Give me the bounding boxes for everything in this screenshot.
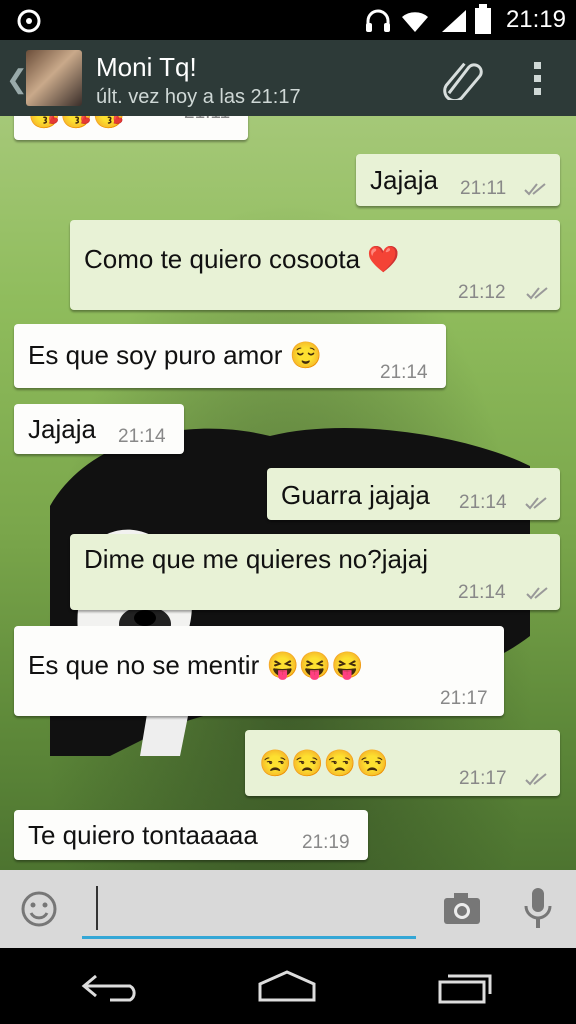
emoji-icon[interactable] (20, 890, 58, 928)
last-seen: últ. vez hoy a las 21:17 (96, 86, 301, 108)
message-text: Guarra jajaja (281, 480, 430, 510)
message-text: Jajaja (28, 414, 96, 444)
back-chevron-icon[interactable]: ❮ (6, 64, 28, 95)
message-text: Es que no se mentir 😝😝😝 (28, 650, 364, 680)
microphone-icon[interactable] (522, 886, 554, 930)
message-text: Es que soy puro amor 😌 (28, 340, 322, 370)
message-text: 😒😒😒😒 (259, 748, 389, 778)
double-check-icon (526, 287, 548, 300)
message-bubble-outgoing[interactable]: Guarra jajaja 21:14 (267, 468, 560, 520)
system-nav-bar (0, 948, 576, 1024)
message-time: 21:17 (459, 768, 507, 789)
message-text: 😘😘😘 (28, 116, 125, 131)
text-cursor (96, 886, 98, 930)
message-bubble-outgoing[interactable]: Jajaja 21:11 (356, 154, 560, 206)
double-check-icon (525, 497, 547, 510)
message-bubble-outgoing[interactable]: Dime que me quieres no?jajaj 21:14 (70, 534, 560, 610)
message-time: 21:11 (460, 178, 507, 199)
music-notification-icon (17, 9, 41, 33)
message-bubble-incoming[interactable]: Jajaja 21:14 (14, 404, 184, 454)
battery-icon (475, 4, 491, 34)
compose-bar (0, 870, 576, 948)
message-input[interactable] (82, 882, 416, 936)
signal-icon (442, 10, 466, 32)
message-time: 21:12 (458, 282, 506, 303)
message-bubble-incoming[interactable]: Te quiero tontaaaaa 21:19 (14, 810, 368, 860)
chat-header[interactable]: ❮ Moni Tq! últ. vez hoy a las 21:17 (0, 40, 576, 116)
status-bar: 21:19 (0, 0, 576, 40)
avatar[interactable] (26, 50, 82, 106)
back-icon[interactable] (80, 970, 142, 1004)
home-icon[interactable] (256, 968, 318, 1004)
chat-area[interactable]: 😘😘😘 21:11 Jajaja 21:11 Como te quiero co… (0, 116, 576, 870)
camera-icon[interactable] (442, 890, 482, 926)
message-time: 21:11 (184, 116, 230, 124)
double-check-icon (526, 587, 548, 600)
recent-apps-icon[interactable] (436, 968, 496, 1006)
message-text: Dime que me quieres no?jajaj (84, 544, 428, 574)
headphones-icon (366, 9, 390, 32)
message-bubble-incoming[interactable]: 😘😘😘 21:11 (14, 116, 248, 140)
double-check-icon (524, 183, 546, 196)
message-time: 21:17 (440, 688, 488, 709)
input-underline (82, 936, 416, 939)
overflow-menu-icon[interactable] (533, 62, 543, 96)
status-time: 21:19 (505, 6, 566, 33)
message-bubble-incoming[interactable]: Es que soy puro amor 😌 21:14 (14, 324, 446, 388)
message-time: 21:14 (118, 426, 166, 447)
double-check-icon (525, 773, 547, 786)
message-text: Te quiero tontaaaaa (28, 820, 258, 850)
message-time: 21:14 (458, 582, 506, 603)
message-time: 21:14 (459, 492, 507, 513)
message-bubble-outgoing[interactable]: Como te quiero cosoota ❤️ 21:12 (70, 220, 560, 310)
paperclip-icon[interactable] (438, 58, 486, 100)
message-bubble-incoming[interactable]: Es que no se mentir 😝😝😝 21:17 (14, 626, 504, 716)
message-bubble-outgoing[interactable]: 😒😒😒😒 21:17 (245, 730, 560, 796)
contact-name[interactable]: Moni Tq! (96, 52, 197, 83)
wifi-icon (402, 12, 428, 32)
message-text: Como te quiero cosoota ❤️ (84, 244, 400, 274)
message-text: Jajaja (370, 165, 438, 195)
message-time: 21:19 (302, 832, 350, 853)
message-time: 21:14 (380, 362, 428, 383)
